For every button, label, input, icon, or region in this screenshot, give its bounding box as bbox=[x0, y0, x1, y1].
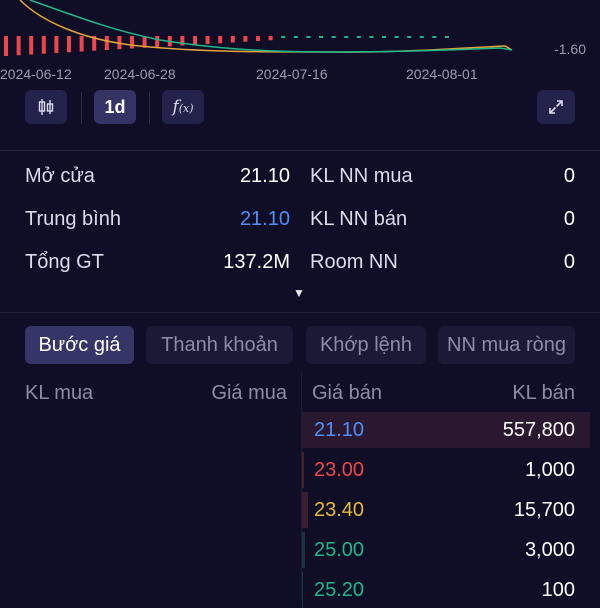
section-divider bbox=[0, 312, 600, 313]
stat-label: Trung bình bbox=[25, 208, 121, 230]
ask-row[interactable]: 25.20 100 bbox=[302, 572, 590, 608]
toolbar-separator bbox=[149, 92, 150, 124]
histogram-bar bbox=[369, 36, 374, 38]
histogram-bar bbox=[268, 36, 273, 41]
histogram-bar bbox=[419, 36, 424, 38]
ask-price: 21.10 bbox=[314, 419, 365, 441]
ask-volume: 557,800 bbox=[502, 419, 575, 441]
stat-label: Room NN bbox=[310, 251, 398, 273]
histogram-bar bbox=[281, 36, 286, 38]
date-label: 2024-08-01 bbox=[406, 66, 478, 82]
stat-row: Trung bình 21.10 KL NN bán 0 bbox=[0, 208, 600, 238]
histogram-bar bbox=[319, 36, 323, 38]
histogram-bar bbox=[382, 36, 386, 38]
macd-histogram bbox=[4, 36, 449, 56]
stat-label: KL NN bán bbox=[310, 208, 408, 230]
ask-volume-bar bbox=[302, 492, 308, 528]
macd-line bbox=[29, 0, 513, 53]
histogram-bar bbox=[79, 36, 84, 52]
histogram-bar bbox=[256, 36, 260, 41]
price-chart[interactable]: 2024-06-12 2024-06-28 2024-07-16 2024-08… bbox=[0, 0, 600, 88]
function-icon: f(x) bbox=[172, 97, 194, 117]
sell-price-header: Giá bán bbox=[312, 382, 383, 404]
buy-price-header: Giá mua bbox=[211, 382, 287, 404]
ask-price: 23.40 bbox=[314, 499, 365, 521]
stat-row: Mở cửa 21.10 KL NN mua 0 bbox=[0, 165, 600, 195]
ask-price: 25.00 bbox=[314, 539, 365, 561]
histogram-bar bbox=[230, 36, 235, 43]
histogram-bar bbox=[432, 36, 437, 38]
histogram-bar bbox=[394, 36, 399, 38]
orderbook-tabs: Bước giá Thanh khoản Khớp lệnh NN mua rò… bbox=[0, 326, 600, 364]
candlestick-icon bbox=[38, 99, 54, 115]
histogram-bar bbox=[104, 36, 109, 50]
candlestick-toggle-button[interactable] bbox=[25, 90, 67, 124]
section-divider bbox=[0, 150, 600, 151]
ask-price: 25.20 bbox=[314, 579, 365, 601]
ask-volume-bar bbox=[302, 572, 303, 608]
chart-toolbar: 1d f(x) bbox=[0, 88, 600, 128]
histogram-bar bbox=[218, 36, 223, 44]
ask-volume: 100 bbox=[541, 579, 575, 601]
stat-row: Tổng GT 137.2M Room NN 0 bbox=[0, 251, 600, 281]
ask-price: 23.00 bbox=[314, 459, 365, 481]
stat-label: Tổng GT bbox=[25, 251, 104, 273]
histogram-bar bbox=[41, 36, 46, 54]
histogram-bar bbox=[16, 36, 21, 56]
histogram-bar bbox=[344, 36, 349, 38]
histogram-bar bbox=[331, 36, 336, 38]
ask-volume-bar bbox=[302, 532, 305, 568]
date-label: 2024-07-16 bbox=[256, 66, 328, 82]
histogram-bar bbox=[67, 36, 71, 53]
histogram-bar bbox=[306, 36, 311, 38]
buy-volume-header: KL mua bbox=[25, 382, 94, 404]
ask-volume: 15,700 bbox=[513, 499, 575, 521]
tab-khop-lenh[interactable]: Khớp lệnh bbox=[306, 326, 426, 364]
date-label: 2024-06-12 bbox=[0, 66, 72, 82]
histogram-bar bbox=[445, 36, 449, 38]
histogram-bar bbox=[193, 36, 197, 45]
ask-row[interactable]: 23.40 15,700 bbox=[302, 492, 590, 528]
tab-thanh-khoan[interactable]: Thanh khoản bbox=[146, 326, 293, 364]
histogram-bar bbox=[54, 36, 59, 53]
ask-row[interactable]: 23.00 1,000 bbox=[302, 452, 590, 488]
stat-value: 0 bbox=[563, 208, 575, 230]
sell-volume-header: KL bán bbox=[512, 382, 575, 404]
toolbar-separator bbox=[81, 92, 82, 124]
fullscreen-button[interactable] bbox=[537, 90, 575, 124]
stat-value: 0 bbox=[563, 165, 575, 187]
histogram-bar bbox=[205, 36, 210, 44]
stat-label: Mở cửa bbox=[25, 165, 95, 187]
stat-label: KL NN mua bbox=[310, 165, 413, 187]
ask-row[interactable]: 25.00 3,000 bbox=[302, 532, 590, 568]
ask-volume: 3,000 bbox=[524, 539, 575, 561]
histogram-bar bbox=[407, 36, 412, 38]
stat-value: 137.2M bbox=[223, 251, 290, 273]
expand-stats-toggle[interactable]: ▼ bbox=[293, 286, 305, 300]
indicator-button[interactable]: f(x) bbox=[162, 90, 204, 124]
stat-value: 21.10 bbox=[239, 208, 290, 230]
date-label: 2024-06-28 bbox=[104, 66, 176, 82]
tab-nn-mua-rong[interactable]: NN mua ròng bbox=[438, 326, 575, 364]
stat-value: 0 bbox=[563, 251, 575, 273]
tab-buoc-gia[interactable]: Bước giá bbox=[25, 326, 134, 364]
ask-volume-bar bbox=[302, 452, 304, 488]
histogram-bar bbox=[155, 36, 160, 47]
histogram-bar bbox=[4, 36, 8, 56]
histogram-bar bbox=[243, 36, 248, 42]
interval-button[interactable]: 1d bbox=[94, 90, 136, 124]
axis-value-label: -1.60 bbox=[554, 41, 586, 57]
ask-volume: 1,000 bbox=[524, 459, 575, 481]
histogram-bar bbox=[356, 36, 361, 38]
histogram-bar bbox=[130, 36, 134, 49]
ask-row[interactable]: 21.10 557,800 bbox=[302, 412, 590, 448]
histogram-bar bbox=[29, 36, 34, 55]
histogram-bar bbox=[293, 36, 298, 38]
stat-value: 21.10 bbox=[239, 165, 290, 187]
expand-icon bbox=[549, 100, 563, 114]
